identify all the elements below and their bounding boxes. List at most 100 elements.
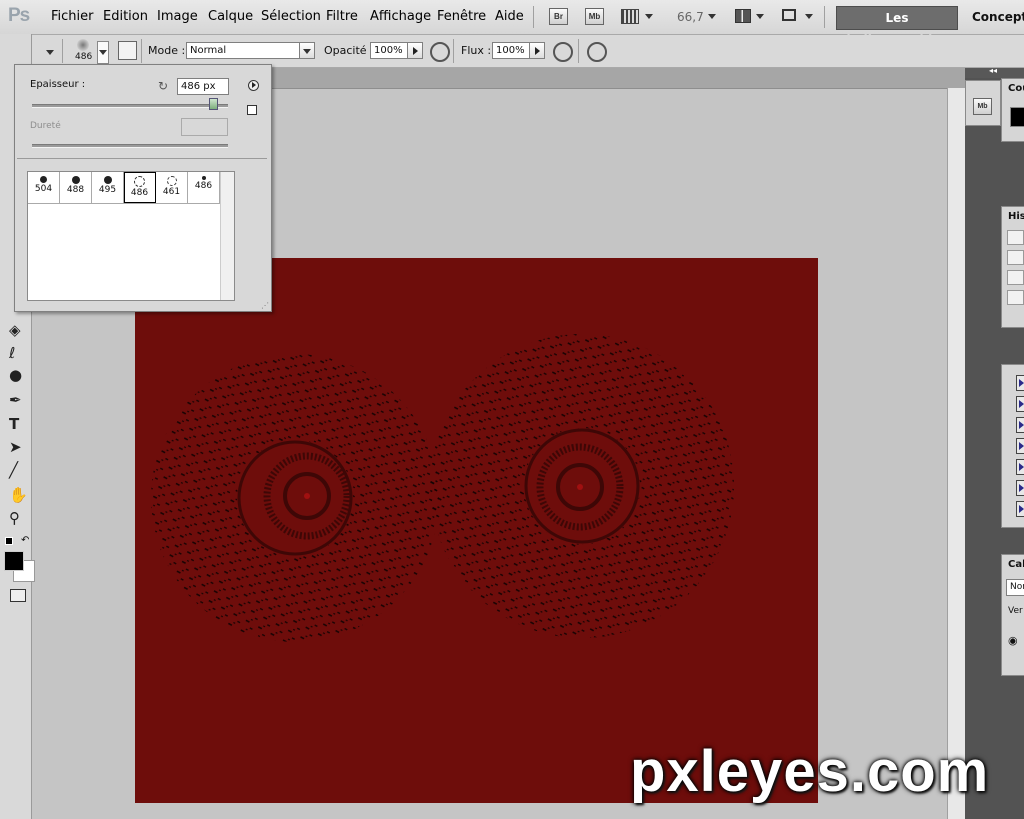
layers-panel: Cal Nor Ver ◉ xyxy=(1001,554,1024,676)
action-play-icon[interactable] xyxy=(1016,375,1024,391)
preset-row: 504 488 495 486 461 486 xyxy=(28,172,220,204)
document-tab-strip xyxy=(270,68,965,89)
brush-preset[interactable]: 488 xyxy=(60,172,92,203)
chevron-down-icon[interactable] xyxy=(756,14,764,19)
menu-filtre[interactable]: Filtre xyxy=(326,9,358,24)
default-colors-icon[interactable] xyxy=(5,537,13,545)
brush-preset[interactable]: 486 xyxy=(188,172,220,203)
reset-size-icon[interactable]: ↻ xyxy=(158,79,168,93)
paint-bucket-icon[interactable]: ◈ xyxy=(9,321,21,339)
preset-size-label: 486 xyxy=(194,181,213,191)
opacity-slider-button[interactable] xyxy=(407,42,423,59)
menu-bar: Ps Fichier Edition Image Calque Sélectio… xyxy=(0,0,1024,47)
size-slider-thumb[interactable] xyxy=(209,98,219,110)
vertical-scrollbar[interactable] xyxy=(947,88,965,819)
action-play-icon[interactable] xyxy=(1016,417,1024,433)
brush-preset[interactable]: 495 xyxy=(92,172,124,203)
color-tab[interactable]: Cou xyxy=(1008,83,1024,94)
blend-mode-select[interactable]: Nor xyxy=(1006,579,1024,596)
hand-tool-icon[interactable]: ✋ xyxy=(9,486,28,504)
new-preset-icon[interactable] xyxy=(247,105,257,115)
action-play-icon[interactable] xyxy=(1016,459,1024,475)
menu-affichage[interactable]: Affichage xyxy=(370,9,431,24)
mode-select[interactable]: Normal xyxy=(186,42,301,59)
action-play-icon[interactable] xyxy=(1016,396,1024,412)
chevron-down-icon[interactable] xyxy=(46,50,54,55)
brush-tip-icon xyxy=(134,176,145,187)
opacity-input[interactable]: 100% xyxy=(370,42,409,59)
resize-grip-icon[interactable]: ⋰ xyxy=(261,301,269,310)
preset-scrollbar[interactable] xyxy=(220,172,234,300)
flow-input[interactable]: 100% xyxy=(492,42,531,59)
quick-mask-icon[interactable] xyxy=(10,589,26,602)
brush-preset[interactable]: 461 xyxy=(156,172,188,203)
panel-menu-button[interactable] xyxy=(248,80,259,91)
history-item[interactable] xyxy=(1007,270,1024,285)
action-play-icon[interactable] xyxy=(1016,501,1024,517)
foreground-color-swatch[interactable] xyxy=(4,551,24,571)
preset-size-label: 486 xyxy=(130,188,149,198)
foreground-swatch[interactable] xyxy=(1010,107,1024,127)
zoom-level[interactable]: 66,7 xyxy=(677,10,704,24)
panel-divider xyxy=(17,158,267,159)
brush-tip-icon[interactable] xyxy=(77,39,89,51)
action-play-icon[interactable] xyxy=(1016,438,1024,454)
photoshop-logo: Ps xyxy=(8,5,30,26)
screen-mode-icon[interactable] xyxy=(782,9,796,21)
swap-colors-icon[interactable]: ↶ xyxy=(21,535,29,546)
workspace-design-button[interactable]: Conceptio xyxy=(972,10,1024,24)
chevron-down-icon xyxy=(303,49,311,54)
brush-size-label: 486 xyxy=(75,52,93,62)
menu-image[interactable]: Image xyxy=(157,9,198,24)
action-play-icon[interactable] xyxy=(1016,480,1024,496)
mini-bridge-button[interactable]: Mb xyxy=(585,8,604,25)
eye-icon[interactable]: ◉ xyxy=(1008,634,1018,647)
pen-tool-icon[interactable]: ✒ xyxy=(9,391,22,409)
flow-slider-button[interactable] xyxy=(529,42,545,59)
history-item[interactable] xyxy=(1007,290,1024,305)
chevron-down-icon[interactable] xyxy=(805,14,813,19)
menu-fichier[interactable]: Fichier xyxy=(51,9,94,24)
dock-collapse-bar[interactable]: ◂◂ xyxy=(965,66,1024,78)
workspace-essentials-button[interactable]: Les indispensables xyxy=(836,6,958,47)
canvas[interactable] xyxy=(135,258,818,803)
chevron-right-icon xyxy=(413,47,418,55)
dodge-tool-icon[interactable]: ℓ xyxy=(9,344,15,362)
size-input[interactable]: 486 px xyxy=(177,78,229,95)
menu-edition[interactable]: Edition xyxy=(103,9,148,24)
brush-panel-toggle-icon[interactable] xyxy=(118,41,137,60)
tablet-pressure-size-icon[interactable] xyxy=(587,42,607,62)
text-tool-icon[interactable]: T xyxy=(9,415,19,433)
history-item[interactable] xyxy=(1007,230,1024,245)
history-tab[interactable]: Hist xyxy=(1008,211,1024,222)
menu-calque[interactable]: Calque xyxy=(208,9,253,24)
menu-fenetre[interactable]: Fenêtre xyxy=(437,9,486,24)
preset-list[interactable]: 504 488 495 486 461 486 xyxy=(27,171,235,301)
layers-tab[interactable]: Cal xyxy=(1008,559,1024,570)
brush-preset[interactable]: 486 xyxy=(124,172,156,203)
zoom-tool-icon[interactable]: ⚲ xyxy=(9,509,20,527)
tablet-pressure-opacity-icon[interactable] xyxy=(430,42,450,62)
history-item[interactable] xyxy=(1007,250,1024,265)
history-panel: Hist xyxy=(1001,206,1024,328)
menu-selection[interactable]: Sélection xyxy=(261,9,321,24)
arrange-documents-icon[interactable] xyxy=(735,9,751,23)
film-strip-icon[interactable] xyxy=(621,9,639,24)
airbrush-icon[interactable] xyxy=(553,42,573,62)
chevron-down-icon[interactable] xyxy=(708,14,716,19)
menu-aide[interactable]: Aide xyxy=(495,9,524,24)
path-selection-icon[interactable]: ➤ xyxy=(9,438,22,456)
line-tool-icon[interactable]: ╱ xyxy=(9,461,18,479)
size-label: Epaisseur : xyxy=(30,79,86,90)
bridge-button[interactable]: Br xyxy=(549,8,568,25)
hardness-input xyxy=(181,118,228,136)
mode-dropdown-button[interactable] xyxy=(299,42,315,59)
zoom-blur-icon[interactable]: ● xyxy=(9,366,22,384)
chevron-down-icon[interactable] xyxy=(645,14,653,19)
size-slider[interactable] xyxy=(32,104,228,108)
options-separator xyxy=(141,39,142,63)
chevron-right-icon xyxy=(535,47,540,55)
mini-bridge-icon[interactable]: Mb xyxy=(973,98,992,115)
brush-picker-button[interactable] xyxy=(97,41,109,64)
brush-preset[interactable]: 504 xyxy=(28,172,60,203)
